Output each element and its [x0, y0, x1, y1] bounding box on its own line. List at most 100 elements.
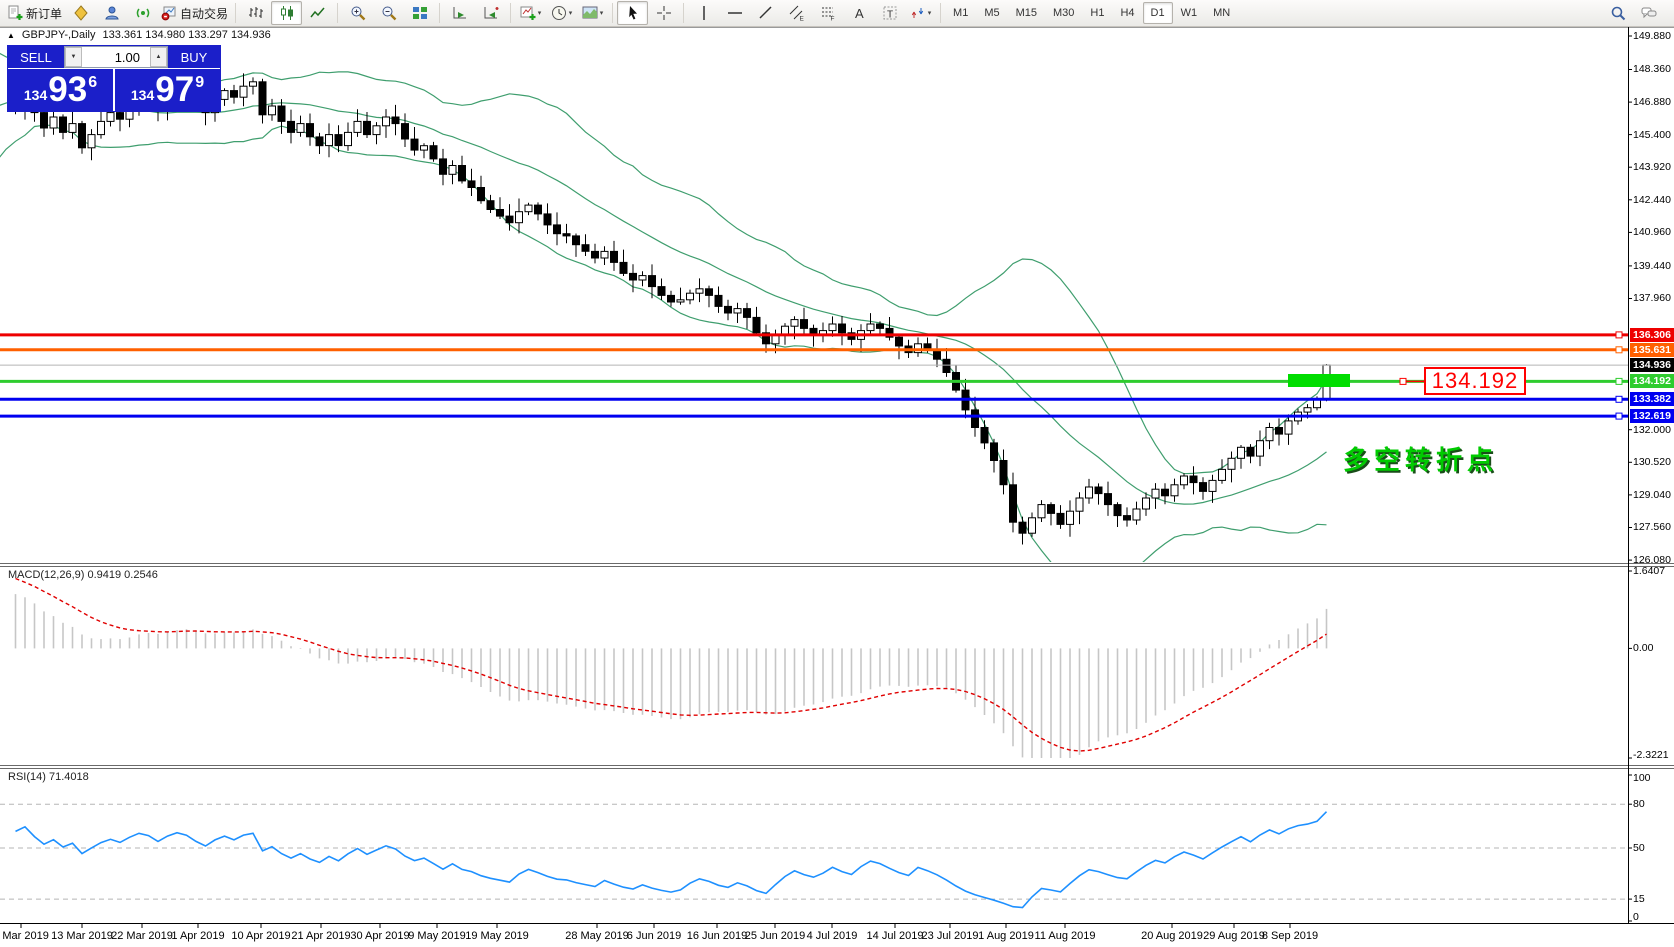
- chat-button[interactable]: [1633, 1, 1664, 25]
- text-label-icon: T: [882, 5, 898, 21]
- chat-icon: [1641, 5, 1657, 21]
- toolbar-separator: [510, 3, 512, 23]
- chart-title: ▲ GBPJPY-,Daily 133.361 134.980 133.297 …: [7, 29, 271, 41]
- timeframe-m30-button[interactable]: M30: [1045, 2, 1082, 24]
- signals-button[interactable]: [127, 1, 158, 25]
- sell-price[interactable]: 134 93 6: [8, 69, 113, 111]
- zoom-in-button[interactable]: [342, 1, 373, 25]
- vertical-line-icon: [696, 5, 712, 21]
- profile-button[interactable]: [96, 1, 127, 25]
- auto-scroll-icon: [452, 5, 468, 21]
- periods-icon: [551, 5, 567, 21]
- collapse-icon[interactable]: ▲: [7, 31, 15, 40]
- volume-decrease-button[interactable]: ▼: [65, 47, 82, 67]
- highlight-rectangle[interactable]: [1288, 374, 1350, 387]
- timeframe-h1-button[interactable]: H1: [1082, 2, 1112, 24]
- toolbar-separator: [940, 3, 942, 23]
- autotrade-icon: [161, 5, 177, 21]
- volume-input[interactable]: 1.00: [82, 47, 150, 67]
- buy-price[interactable]: 134 97 9: [113, 69, 220, 111]
- autotrade-button[interactable]: 自动交易: [158, 1, 231, 25]
- svg-text:F: F: [830, 16, 834, 22]
- svg-text:A: A: [855, 6, 864, 21]
- dropdown-icon: ▾: [599, 10, 604, 17]
- profile-icon: [104, 5, 120, 21]
- line-chart-button[interactable]: [302, 1, 333, 25]
- price-callout-text: 134.192: [1431, 368, 1519, 393]
- autotrade-label: 自动交易: [180, 6, 229, 21]
- indicators-icon: [520, 5, 536, 21]
- search-icon: [1610, 5, 1626, 21]
- time-axis[interactable]: [0, 923, 1628, 947]
- timeframe-mn-button[interactable]: MN: [1205, 2, 1238, 24]
- bar-chart-button[interactable]: [240, 1, 271, 25]
- buy-price-prefix: 134: [130, 87, 155, 103]
- arrows-button[interactable]: ▾: [905, 1, 936, 25]
- arrows-icon: [910, 5, 926, 21]
- timeframe-m1-button[interactable]: M1: [945, 2, 976, 24]
- new-order-button[interactable]: 新订单: [4, 1, 65, 25]
- equidistant-channel-button[interactable]: E: [781, 1, 812, 25]
- text-label-button[interactable]: T: [874, 1, 905, 25]
- text-button[interactable]: A: [843, 1, 874, 25]
- fibonacci-button[interactable]: F: [812, 1, 843, 25]
- toolbar-separator: [612, 3, 614, 23]
- zoom-in-icon: [350, 5, 366, 21]
- chart-shift-button[interactable]: [475, 1, 506, 25]
- chart-shift-icon: [483, 5, 499, 21]
- one-click-trading-panel: SELL ▼ 1.00 ▲ BUY 134 93 6 134 97 9: [8, 46, 220, 111]
- trade-panel-top-row: SELL ▼ 1.00 ▲ BUY: [8, 46, 220, 69]
- svg-text:E: E: [799, 16, 804, 22]
- indicators-button[interactable]: ▾: [515, 1, 546, 25]
- templates-button[interactable]: ▾: [577, 1, 608, 25]
- text-icon: A: [851, 5, 867, 21]
- timeframe-h4-button[interactable]: H4: [1112, 2, 1142, 24]
- search-button[interactable]: [1602, 1, 1633, 25]
- crosshair-icon: [656, 5, 672, 21]
- symbol-label: GBPJPY-,Daily: [21, 29, 96, 41]
- bar-chart-icon: [248, 5, 264, 21]
- volume-stepper: ▼ 1.00 ▲: [64, 46, 168, 68]
- tile-windows-button[interactable]: [404, 1, 435, 25]
- periods-button[interactable]: ▾: [546, 1, 577, 25]
- horizontal-line-button[interactable]: [719, 1, 750, 25]
- buy-button[interactable]: BUY: [168, 46, 220, 68]
- cursor-button[interactable]: [617, 1, 649, 25]
- timeframe-m15-button[interactable]: M15: [1008, 2, 1045, 24]
- trendline-icon: [758, 5, 774, 21]
- turning-point-note[interactable]: 多空转折点: [1343, 440, 1498, 477]
- dropdown-icon: ▾: [568, 10, 573, 17]
- toolbar-separator: [337, 3, 339, 23]
- market-watch-button[interactable]: [65, 1, 96, 25]
- fibonacci-icon: F: [820, 5, 836, 21]
- sell-price-big: 93: [48, 70, 88, 109]
- timeframe-m5-button[interactable]: M5: [976, 2, 1007, 24]
- ohlc-label: 133.361 134.980 133.297 134.936: [102, 29, 271, 41]
- auto-scroll-button[interactable]: [444, 1, 475, 25]
- candlestick-chart-button[interactable]: [271, 1, 303, 25]
- volume-increase-button[interactable]: ▲: [150, 47, 167, 67]
- rsi-indicator-label: RSI(14) 71.4018: [8, 771, 89, 783]
- candlestick-chart-icon: [279, 5, 295, 21]
- horizontal-line-icon: [727, 5, 743, 21]
- zoom-out-icon: [381, 5, 397, 21]
- trade-panel-prices: 134 93 6 134 97 9: [8, 69, 220, 111]
- signals-icon: [135, 5, 151, 21]
- vertical-line-button[interactable]: [688, 1, 719, 25]
- toolbar: 新订单 自动交易 ▾ ▾ ▾ E F A T ▾ M1 M5 M15 M30 H1 H4 D1 W1 MN: [0, 0, 1674, 27]
- crosshair-button[interactable]: [648, 1, 679, 25]
- sell-price-sup: 6: [88, 74, 98, 91]
- zoom-out-button[interactable]: [373, 1, 404, 25]
- trendline-button[interactable]: [750, 1, 781, 25]
- toolbar-separator: [439, 3, 441, 23]
- market-watch-icon: [73, 5, 89, 21]
- timeframe-d1-button[interactable]: D1: [1142, 2, 1173, 24]
- new-order-icon: [7, 5, 23, 21]
- price-axis[interactable]: [1628, 27, 1674, 923]
- new-order-label: 新订单: [26, 6, 63, 21]
- toolbar-separator: [235, 3, 237, 23]
- timeframe-w1-button[interactable]: W1: [1173, 2, 1206, 24]
- price-callout[interactable]: 134.192: [1424, 367, 1526, 395]
- equidistant-channel-icon: E: [789, 5, 805, 21]
- sell-button[interactable]: SELL: [8, 46, 64, 68]
